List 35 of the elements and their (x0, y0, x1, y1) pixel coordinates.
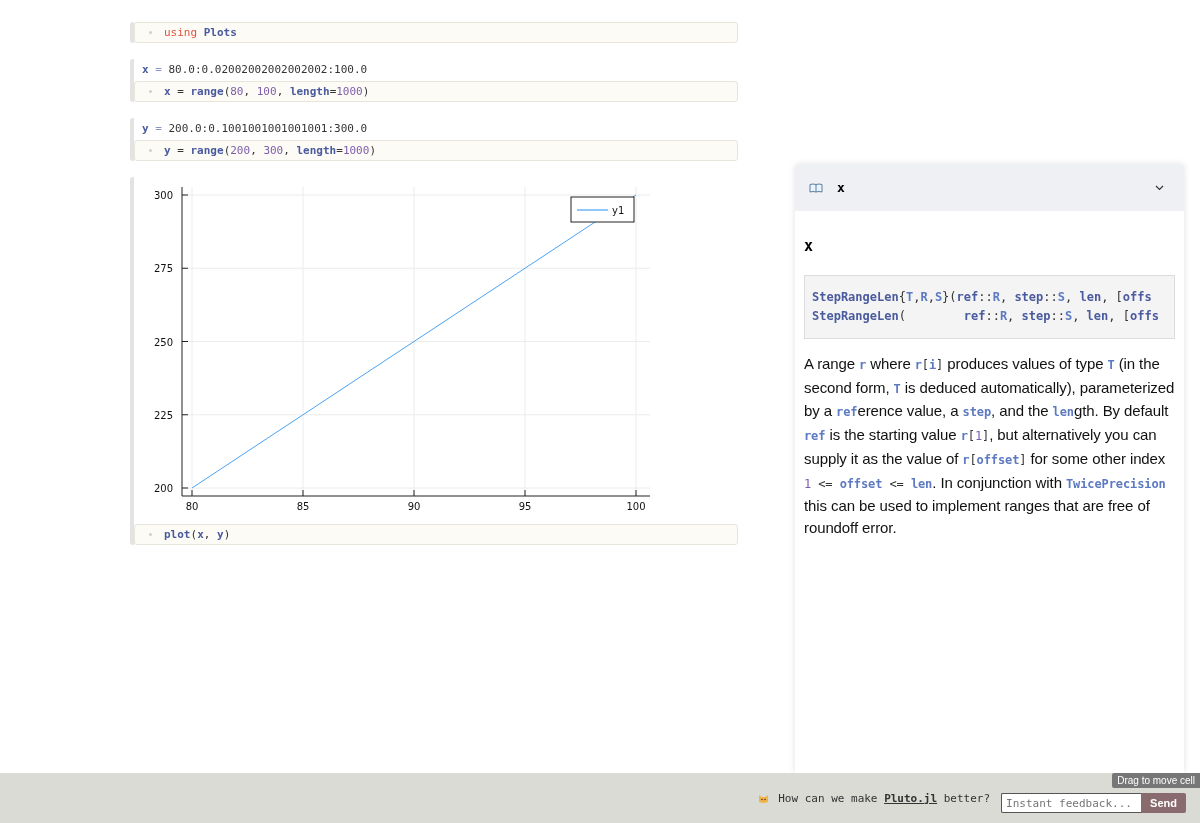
code-input[interactable]: x = range(80, 100, length=1000) (134, 81, 738, 102)
chevron-down-icon[interactable] (1155, 184, 1164, 191)
code-input[interactable]: y = range(200, 300, length=1000) (134, 140, 738, 161)
signature-code-block: StepRangeLen{T,R,S}(ref::R, step::S, len, [offs StepRangeLen( ref::R, step::S, len, [offs (804, 275, 1175, 339)
y-tick-label: 300 (153, 190, 173, 201)
code-input[interactable]: plot(x, y) (134, 524, 738, 545)
drag-handle-icon[interactable] (149, 90, 152, 93)
drag-handle-icon[interactable] (149, 149, 152, 152)
legend-line (576, 209, 609, 211)
legend-label: y1 (612, 205, 625, 216)
code-input[interactable]: using Plots (134, 22, 738, 43)
x-tick-label: 95 (518, 501, 532, 512)
x-tick-label: 90 (407, 501, 421, 512)
panel-title: x (837, 180, 845, 195)
tooltip: Drag to move cell (1112, 773, 1200, 788)
doc-heading: x (804, 237, 815, 255)
send-button[interactable]: Send (1141, 793, 1186, 813)
x-tick-label: 100 (626, 501, 646, 512)
cell-output: x = 80.0:0.02002002002002002:100.0 (141, 62, 369, 78)
doc-paragraph: A range r where r[i] produces values of type T (in the second form, T is deduced automatically), parameterized by a reference value, a step, and the length. By default ref is the starting value r[1], but alternatively you can supply it as the value of r[offset] for some other index 1 <= offset <= len. In conjunction with TwicePrecision this can be used to implement ranges that are free of roundoff error. (804, 354, 1175, 538)
y-tick-label: 200 (153, 483, 173, 494)
x-tick-label: 80 (185, 501, 199, 512)
y-tick-label: 250 (153, 336, 173, 348)
pluto-link[interactable]: Pluto.jl (884, 791, 938, 805)
drag-handle-icon[interactable] (149, 533, 152, 536)
drag-handle-icon[interactable] (149, 31, 152, 34)
cat-face-icon (758, 792, 770, 804)
feedback-input[interactable]: Instant feedback... (1001, 793, 1142, 813)
legend-box (570, 196, 635, 223)
y-tick-label: 225 (153, 409, 173, 421)
feedback-question: How can we make Pluto.jl better? (778, 791, 991, 805)
cell-output: y = 200.0:0.1001001001001001:300.0 (141, 121, 369, 137)
y-tick-label: 275 (153, 263, 173, 275)
x-tick-label: 85 (296, 501, 310, 512)
book-icon (809, 182, 823, 193)
